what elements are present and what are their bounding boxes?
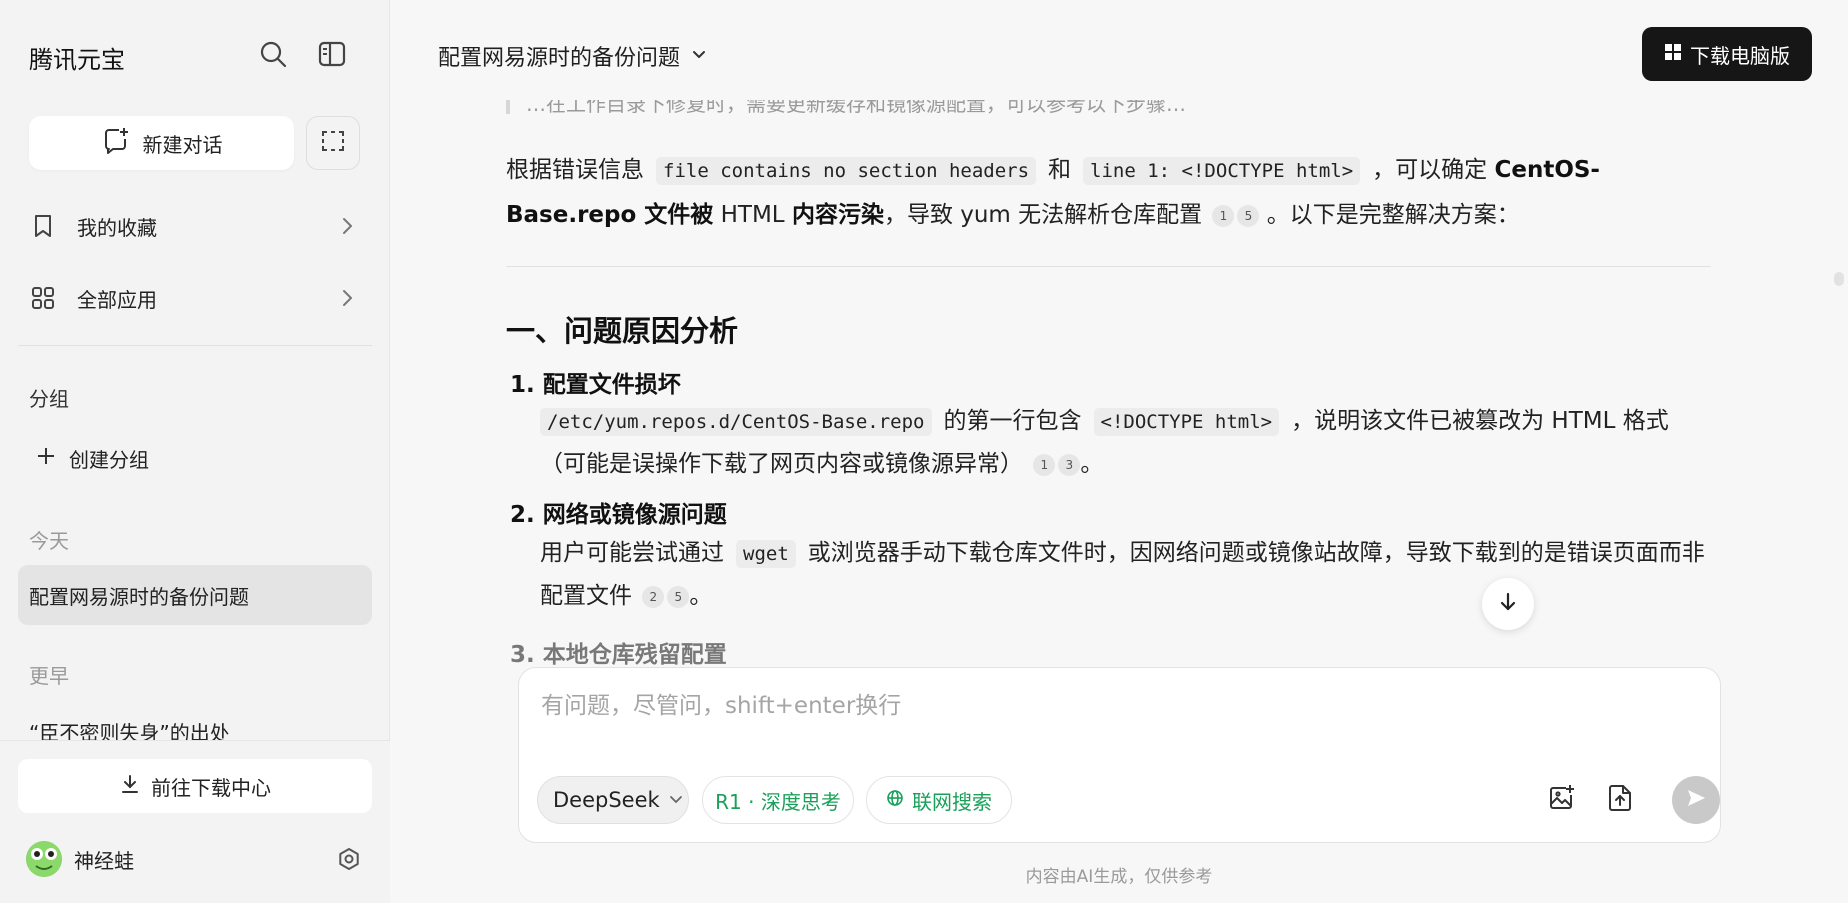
chevron-down-icon bbox=[668, 788, 684, 812]
web-search-toggle[interactable]: 联网搜索 bbox=[866, 776, 1012, 824]
citation-badge[interactable]: 1 bbox=[1033, 453, 1056, 476]
avatar bbox=[26, 841, 62, 877]
citation-badge[interactable]: 2 bbox=[642, 585, 665, 608]
inline-code: wget bbox=[736, 540, 796, 568]
conversation-title-text: 配置网易源时的备份问题 bbox=[438, 46, 681, 71]
section-divider bbox=[506, 266, 1711, 267]
new-chat-button[interactable]: 新建对话 bbox=[29, 116, 294, 170]
download-desktop-label: 下载电脑版 bbox=[1690, 43, 1790, 68]
chevron-down-icon bbox=[690, 44, 708, 69]
deep-think-label: R1 · 深度思考 bbox=[715, 789, 841, 814]
list-item-title: 2. 网络或镜像源问题 bbox=[510, 502, 727, 528]
main-panel: 配置网易源时的备份问题 下载电脑版 …在工作目录下修复时，需要更新缓存和镜像源配… bbox=[390, 0, 1848, 903]
all-apps-label: 全部应用 bbox=[77, 287, 157, 312]
download-center-button[interactable]: 前往下载中心 bbox=[18, 759, 372, 813]
text-span: 。 bbox=[689, 583, 713, 609]
conversation-item-active[interactable]: 配置网易源时的备份问题 bbox=[18, 565, 372, 625]
app-window: 腾讯元宝 新建对话 我的收藏 全部应用 分组 创建分组 今天 配置网易源时的备份… bbox=[0, 0, 1848, 903]
citation-badge[interactable]: 3 bbox=[1058, 453, 1081, 476]
list-item-title: 3. 本地仓库残留配置 bbox=[510, 642, 727, 665]
brand-name: 腾讯元宝 bbox=[29, 46, 125, 74]
scroll-to-bottom-button[interactable] bbox=[1482, 578, 1534, 630]
create-group-button[interactable]: 创建分组 bbox=[35, 444, 149, 473]
chevron-right-icon bbox=[335, 214, 359, 238]
text-span: 的第一行包含 bbox=[943, 408, 1082, 434]
citation-badge[interactable]: 5 bbox=[1237, 204, 1260, 227]
create-group-label: 创建分组 bbox=[69, 448, 149, 472]
screenshot-capture-button[interactable] bbox=[306, 116, 360, 170]
send-icon bbox=[1684, 786, 1708, 814]
apps-grid-icon bbox=[29, 284, 57, 312]
chevron-right-icon bbox=[335, 286, 359, 310]
image-add-icon bbox=[1547, 783, 1577, 817]
ai-disclaimer: 内容由AI生成，仅供参考 bbox=[1025, 867, 1213, 887]
text-span: ，导致 yum 无法解析仓库配置 bbox=[883, 202, 1203, 228]
capture-frame-icon bbox=[320, 128, 346, 158]
user-name: 神经蛙 bbox=[74, 848, 134, 873]
user-profile[interactable]: 神经蛙 bbox=[26, 837, 362, 881]
download-desktop-button[interactable]: 下载电脑版 bbox=[1642, 27, 1812, 81]
download-icon bbox=[119, 773, 141, 800]
file-upload-button[interactable] bbox=[1602, 782, 1638, 818]
text-span: 用户可能尝试通过 bbox=[540, 540, 724, 566]
download-center-label: 前往下载中心 bbox=[151, 775, 271, 800]
sidebar-header: 腾讯元宝 bbox=[29, 34, 359, 74]
inline-code: line 1: <!DOCTYPE html> bbox=[1083, 157, 1361, 185]
sidebar-item-favorites[interactable]: 我的收藏 bbox=[29, 206, 359, 246]
list-item-body: /etc/yum.repos.d/CentOS-Base.repo 的第一行包含 <… bbox=[540, 400, 1710, 485]
scrollbar-thumb[interactable] bbox=[1834, 272, 1844, 286]
sidebar-item-all-apps[interactable]: 全部应用 bbox=[29, 278, 359, 318]
message-content: …在工作目录下修复时，需要更新缓存和镜像源配置，可以参考以下步骤… 根据错误信息… bbox=[506, 70, 1711, 665]
top-bar: 配置网易源时的备份问题 下载电脑版 bbox=[390, 0, 1848, 100]
deep-think-toggle[interactable]: R1 · 深度思考 bbox=[702, 776, 854, 824]
search-icon[interactable] bbox=[257, 38, 289, 70]
sidebar-divider bbox=[18, 345, 372, 346]
web-search-label: 联网搜索 bbox=[912, 789, 992, 814]
new-chat-icon bbox=[101, 126, 131, 161]
citation-badge[interactable]: 5 bbox=[667, 585, 690, 608]
sidebar: 腾讯元宝 新建对话 我的收藏 全部应用 分组 创建分组 今天 配置网易源时的备份… bbox=[0, 0, 390, 903]
model-label: DeepSeek bbox=[553, 788, 660, 812]
image-upload-button[interactable] bbox=[1544, 782, 1580, 818]
bookmark-icon bbox=[29, 212, 57, 240]
text-span: HTML bbox=[720, 202, 785, 228]
inline-code: /etc/yum.repos.d/CentOS-Base.repo bbox=[540, 408, 932, 436]
list-item-body: 用户可能尝试通过 wget 或浏览器手动下载仓库文件时，因网络问题或镜像站故障，导致… bbox=[540, 532, 1710, 617]
text-span: 和 bbox=[1048, 157, 1072, 183]
today-heading: 今天 bbox=[29, 529, 69, 553]
earlier-heading: 更早 bbox=[29, 664, 69, 688]
text-span: ，可以确定 bbox=[1372, 157, 1488, 183]
send-button[interactable] bbox=[1672, 776, 1720, 824]
favorites-label: 我的收藏 bbox=[77, 215, 157, 240]
list-item-title: 1. 配置文件损坏 bbox=[510, 372, 681, 398]
model-selector[interactable]: DeepSeek bbox=[537, 776, 689, 824]
citation-badge[interactable]: 1 bbox=[1212, 204, 1235, 227]
text-span: 。以下是完整解决方案： bbox=[1266, 202, 1520, 228]
new-chat-label: 新建对话 bbox=[142, 132, 223, 157]
message-composer: DeepSeek R1 · 深度思考 联网搜索 bbox=[518, 667, 1721, 843]
plus-icon bbox=[35, 445, 57, 472]
text-span: 根据错误信息 bbox=[506, 157, 644, 183]
settings-icon[interactable] bbox=[336, 846, 362, 872]
summary-paragraph: 根据错误信息 file contains no section headers 和 l… bbox=[506, 148, 1711, 237]
bold-text: 内容污染 bbox=[791, 202, 884, 228]
conversation-title-dropdown[interactable]: 配置网易源时的备份问题 bbox=[438, 40, 708, 72]
file-upload-icon bbox=[1606, 783, 1634, 817]
section-heading: 一、问题原因分析 bbox=[506, 314, 739, 348]
sidebar-footer: 前往下载中心 神经蛙 bbox=[0, 740, 390, 903]
collapse-sidebar-icon[interactable] bbox=[316, 38, 348, 70]
groups-heading: 分组 bbox=[29, 387, 69, 411]
text-span: 。 bbox=[1080, 451, 1104, 477]
conversation-title: 配置网易源时的备份问题 bbox=[29, 584, 249, 609]
inline-code: file contains no section headers bbox=[656, 157, 1037, 185]
globe-icon bbox=[886, 788, 904, 812]
windows-icon bbox=[1664, 42, 1682, 66]
arrow-down-icon bbox=[1496, 590, 1520, 618]
inline-code: <!DOCTYPE html> bbox=[1093, 408, 1280, 436]
message-input[interactable] bbox=[541, 686, 1691, 726]
